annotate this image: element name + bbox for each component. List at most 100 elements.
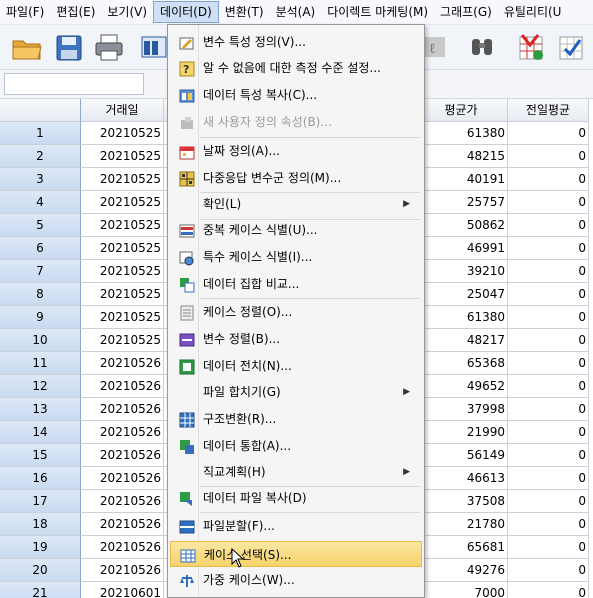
row-number-header[interactable]: 18 bbox=[0, 513, 81, 536]
menu-item-multiple-response[interactable]: 다중응답 변수군 정의(M)... bbox=[170, 165, 422, 191]
row-number-header[interactable]: 20 bbox=[0, 559, 81, 582]
menu-item-define-variable[interactable]: 변수 특성 정의(V)... bbox=[170, 29, 422, 55]
cell-average-price[interactable]: 65368 bbox=[415, 352, 508, 375]
menubar-item-4[interactable]: 변환(T) bbox=[219, 1, 270, 23]
menu-item-sort-cases[interactable]: 케이스 정렬(O)... bbox=[170, 299, 422, 325]
row-number-header[interactable]: 1 bbox=[0, 122, 81, 145]
insert-cases-icon[interactable] bbox=[514, 31, 548, 63]
cell-trade-date[interactable]: 20210525 bbox=[81, 237, 164, 260]
cell-trade-date[interactable]: 20210526 bbox=[81, 536, 164, 559]
cell-average-price[interactable]: 46613 bbox=[415, 467, 508, 490]
cell-average-price[interactable]: 25047 bbox=[415, 283, 508, 306]
cell-prev-average[interactable]: 0 bbox=[508, 467, 589, 490]
column-header-average-price[interactable]: 평균가 bbox=[415, 99, 508, 122]
menu-item-custom-attribute[interactable]: 새 사용자 정의 속성(B)... bbox=[170, 109, 422, 135]
cell-reference-field[interactable] bbox=[4, 73, 144, 95]
cell-trade-date[interactable]: 20210525 bbox=[81, 191, 164, 214]
cell-trade-date[interactable]: 20210526 bbox=[81, 421, 164, 444]
cell-prev-average[interactable]: 0 bbox=[508, 582, 589, 598]
row-number-header[interactable]: 12 bbox=[0, 375, 81, 398]
cell-prev-average[interactable]: 0 bbox=[508, 168, 589, 191]
row-number-header[interactable]: 21 bbox=[0, 582, 81, 598]
column-header-prev-average[interactable]: 전일평균 bbox=[508, 99, 589, 122]
cell-average-price[interactable]: 65681 bbox=[415, 536, 508, 559]
row-number-header[interactable]: 13 bbox=[0, 398, 81, 421]
menu-item-split-file[interactable]: 파일분할(F)... bbox=[170, 513, 422, 539]
cell-average-price[interactable]: 39210 bbox=[415, 260, 508, 283]
cell-average-price[interactable]: 61380 bbox=[415, 306, 508, 329]
menubar-item-1[interactable]: 편집(E) bbox=[50, 1, 101, 23]
cell-trade-date[interactable]: 20210525 bbox=[81, 168, 164, 191]
row-number-header[interactable]: 17 bbox=[0, 490, 81, 513]
menu-item-aggregate[interactable]: 데이터 통합(A)... bbox=[170, 433, 422, 459]
cell-prev-average[interactable]: 0 bbox=[508, 191, 589, 214]
row-number-header[interactable]: 11 bbox=[0, 352, 81, 375]
select-cases-icon[interactable] bbox=[556, 31, 590, 63]
cell-average-price[interactable]: 40191 bbox=[415, 168, 508, 191]
menu-item-sort-variables[interactable]: 변수 정렬(B)... bbox=[170, 326, 422, 352]
cell-trade-date[interactable]: 20210526 bbox=[81, 398, 164, 421]
cell-trade-date[interactable]: 20210525 bbox=[81, 145, 164, 168]
cell-prev-average[interactable]: 0 bbox=[508, 536, 589, 559]
open-folder-icon[interactable] bbox=[10, 31, 44, 63]
row-number-header[interactable]: 9 bbox=[0, 306, 81, 329]
cell-prev-average[interactable]: 0 bbox=[508, 513, 589, 536]
binoculars-icon[interactable] bbox=[466, 31, 500, 63]
corner-cell[interactable] bbox=[0, 99, 81, 122]
row-number-header[interactable]: 10 bbox=[0, 329, 81, 352]
row-number-header[interactable]: 3 bbox=[0, 168, 81, 191]
cell-average-price[interactable]: 50862 bbox=[415, 214, 508, 237]
cell-average-price[interactable]: 49652 bbox=[415, 375, 508, 398]
menubar-item-5[interactable]: 분석(A) bbox=[270, 1, 322, 23]
row-number-header[interactable]: 6 bbox=[0, 237, 81, 260]
cell-average-price[interactable]: 7000 bbox=[415, 582, 508, 598]
cell-trade-date[interactable]: 20210525 bbox=[81, 306, 164, 329]
menu-item-submenu-6[interactable]: 확인(L) ▶ bbox=[170, 191, 422, 217]
menubar-item-2[interactable]: 보기(V) bbox=[101, 1, 153, 23]
cell-average-price[interactable]: 61380 bbox=[415, 122, 508, 145]
save-icon[interactable] bbox=[52, 31, 86, 63]
menu-item-select-cases[interactable]: 케이스 선택(S)... bbox=[170, 541, 422, 567]
menu-item-unusual-cases[interactable]: 특수 케이스 식별(I)... bbox=[170, 244, 422, 270]
cell-trade-date[interactable]: 20210526 bbox=[81, 352, 164, 375]
menubar-item-6[interactable]: 다이렉트 마케팅(M) bbox=[321, 1, 434, 23]
cell-prev-average[interactable]: 0 bbox=[508, 260, 589, 283]
cell-prev-average[interactable]: 0 bbox=[508, 306, 589, 329]
menu-item-compare-datasets[interactable]: 데이터 집합 비교... bbox=[170, 271, 422, 297]
cell-trade-date[interactable]: 20210526 bbox=[81, 375, 164, 398]
row-number-header[interactable]: 16 bbox=[0, 467, 81, 490]
cell-prev-average[interactable]: 0 bbox=[508, 329, 589, 352]
menubar-item-8[interactable]: 유틸리티(U bbox=[498, 1, 568, 23]
row-number-header[interactable]: 7 bbox=[0, 260, 81, 283]
cell-trade-date[interactable]: 20210526 bbox=[81, 444, 164, 467]
menu-item-copy-properties[interactable]: 데이터 특성 복사(C)... bbox=[170, 82, 422, 108]
cell-trade-date[interactable]: 20210526 bbox=[81, 559, 164, 582]
menu-item-calendar[interactable]: 날짜 정의(A)... bbox=[170, 138, 422, 164]
menu-item-measurement-level[interactable]: ? 알 수 없음에 대한 측정 수준 설정... bbox=[170, 55, 422, 81]
cell-average-price[interactable]: 48217 bbox=[415, 329, 508, 352]
column-header-trade-date[interactable]: 거래일 bbox=[81, 99, 164, 122]
cell-average-price[interactable]: 49276 bbox=[415, 559, 508, 582]
menubar-item-7[interactable]: 그래프(G) bbox=[434, 1, 498, 23]
menubar-item-0[interactable]: 파일(F) bbox=[0, 1, 50, 23]
cell-prev-average[interactable]: 0 bbox=[508, 490, 589, 513]
cell-trade-date[interactable]: 20210526 bbox=[81, 490, 164, 513]
menu-item-submenu-13[interactable]: 파일 합치기(G) ▶ bbox=[170, 379, 422, 405]
cell-trade-date[interactable]: 20210601 bbox=[81, 582, 164, 598]
cell-trade-date[interactable]: 20210525 bbox=[81, 122, 164, 145]
cell-prev-average[interactable]: 0 bbox=[508, 214, 589, 237]
cell-prev-average[interactable]: 0 bbox=[508, 283, 589, 306]
cell-trade-date[interactable]: 20210525 bbox=[81, 283, 164, 306]
row-number-header[interactable]: 14 bbox=[0, 421, 81, 444]
cell-prev-average[interactable]: 0 bbox=[508, 375, 589, 398]
cell-average-price[interactable]: 21990 bbox=[415, 421, 508, 444]
cell-prev-average[interactable]: 0 bbox=[508, 398, 589, 421]
cell-average-price[interactable]: 25757 bbox=[415, 191, 508, 214]
cell-prev-average[interactable]: 0 bbox=[508, 145, 589, 168]
cell-average-price[interactable]: 56149 bbox=[415, 444, 508, 467]
cell-average-price[interactable]: 46991 bbox=[415, 237, 508, 260]
menu-item-transpose[interactable]: 데이터 전치(N)... bbox=[170, 353, 422, 379]
row-number-header[interactable]: 15 bbox=[0, 444, 81, 467]
menubar-item-3[interactable]: 데이터(D) bbox=[153, 1, 219, 23]
menu-item-copy-dataset[interactable]: 데이터 파일 복사(D) bbox=[170, 485, 422, 511]
